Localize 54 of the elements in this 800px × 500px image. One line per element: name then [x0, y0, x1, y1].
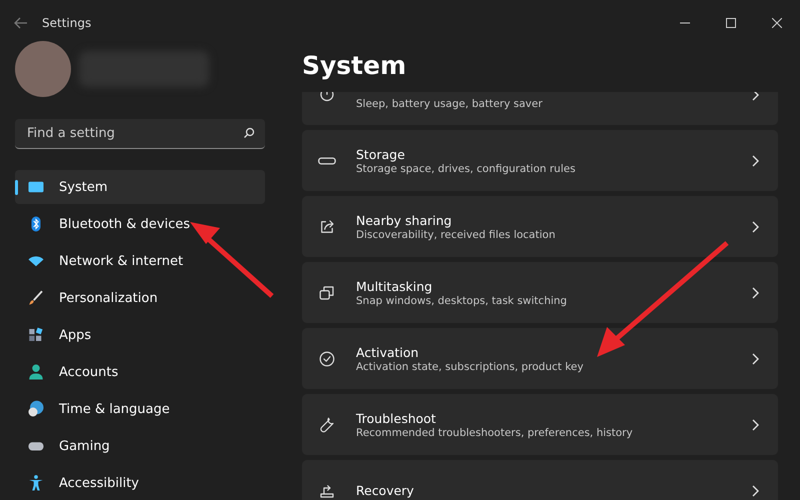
card-subtitle: Storage space, drives, configuration rules [356, 162, 576, 174]
chevron-right-icon [750, 418, 760, 430]
back-arrow-icon[interactable] [14, 16, 28, 28]
share-icon [318, 218, 336, 236]
selection-indicator [15, 180, 18, 195]
person-icon [27, 363, 45, 381]
chevron-right-icon [750, 484, 760, 496]
chevron-right-icon [750, 352, 760, 364]
sidebar-item[interactable]: Accounts [15, 355, 265, 389]
card-title: Storage [356, 146, 406, 162]
close-icon [772, 18, 782, 28]
settings-card[interactable]: Activation Activation state, subscriptions, product key [302, 328, 778, 389]
sidebar-item[interactable]: Personalization [15, 281, 265, 315]
settings-card[interactable]: Storage Storage space, drives, configuration rules [302, 130, 778, 191]
maximize-icon [726, 18, 736, 28]
windows-icon [318, 284, 336, 302]
check-circle-icon [318, 350, 336, 368]
settings-card[interactable]: Troubleshoot Recommended troubleshooters, preferences, history [302, 394, 778, 455]
card-title: Activation [356, 344, 420, 360]
sidebar-item[interactable]: System [15, 170, 265, 204]
card-subtitle: Snap windows, desktops, task switching [356, 294, 568, 306]
page-title: System [302, 50, 408, 82]
chevron-right-icon [750, 154, 760, 166]
settings-card[interactable]: Nearby sharing Discoverability, received files location [302, 196, 778, 257]
card-title: Troubleshoot [356, 410, 437, 426]
settings-card[interactable]: Sleep, battery usage, battery saver [302, 92, 778, 125]
search-icon [243, 127, 255, 140]
chevron-right-icon [750, 286, 760, 298]
chevron-right-icon [750, 220, 760, 232]
wrench-icon [318, 416, 336, 434]
card-title: Multitasking [356, 278, 434, 294]
settings-card[interactable]: Recovery [302, 460, 778, 500]
card-subtitle: Sleep, battery usage, battery saver [356, 98, 544, 110]
brush-icon [27, 289, 45, 307]
minimize-icon [680, 22, 690, 24]
search-box[interactable]: Find a setting [15, 118, 265, 149]
sidebar-item[interactable]: Apps [15, 318, 265, 352]
window-title: Settings [42, 16, 92, 30]
search-field[interactable]: Find a setting [25, 124, 243, 142]
sidebar-item[interactable]: Accessibility [15, 466, 265, 500]
card-title: Nearby sharing [356, 212, 453, 228]
card-subtitle: Discoverability, received files location [356, 228, 556, 240]
settings-card[interactable]: Multitasking Snap windows, desktops, task switching [302, 262, 778, 323]
sidebar-item[interactable]: Bluetooth & devices [15, 207, 265, 241]
sidebar-item[interactable]: Time & language [15, 392, 265, 426]
accessibility-icon [27, 474, 45, 492]
storage-icon [318, 156, 336, 164]
card-title: Recovery [356, 483, 415, 498]
sidebar-item[interactable]: Gaming [15, 429, 265, 463]
apps-icon [27, 326, 45, 344]
chevron-right-icon [750, 92, 760, 100]
sidebar-item[interactable]: Network & internet [15, 244, 265, 278]
card-subtitle: Recommended troubleshooters, preferences, history [356, 426, 634, 438]
card-subtitle: Activation state, subscriptions, product key [356, 360, 584, 372]
